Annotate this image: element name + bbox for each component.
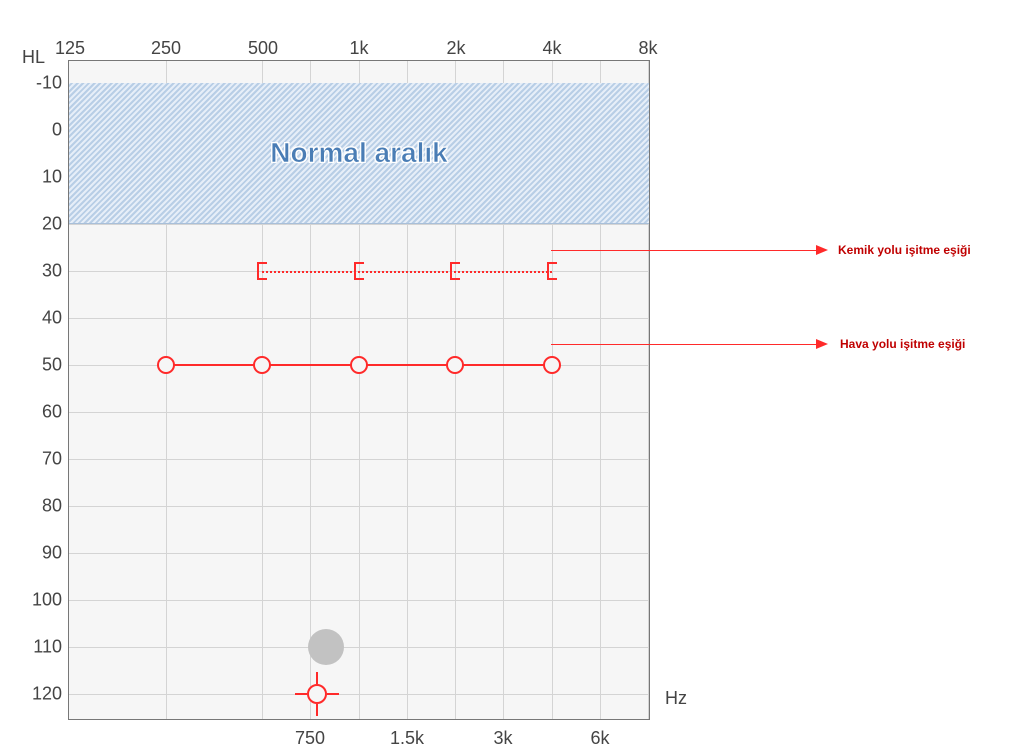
bone-annotation: Kemik yolu işitme eşiği [838, 243, 971, 257]
y-tick: 110 [33, 637, 62, 658]
air-marker [446, 356, 464, 374]
bone-marker [547, 262, 557, 280]
y-axis-label: HL [22, 47, 45, 68]
y-tick: 10 [42, 167, 62, 188]
bone-marker [257, 262, 267, 280]
y-tick: 90 [42, 543, 62, 564]
air-marker [157, 356, 175, 374]
extra-dot-marker [308, 629, 344, 665]
x-tick: 250 [151, 38, 181, 59]
bone-marker [450, 262, 460, 280]
y-tick: 70 [42, 449, 62, 470]
bone-series-line [262, 271, 552, 273]
x-tick: 1k [349, 38, 368, 59]
plot-area: Normal aralık 750 1.5k 3k 6k [68, 60, 650, 720]
x-tick: 8k [638, 38, 657, 59]
normal-range-label: Normal aralık [270, 137, 447, 169]
air-marker [350, 356, 368, 374]
bone-marker [354, 262, 364, 280]
crosshair-marker [307, 684, 327, 704]
y-tick: 0 [52, 120, 62, 141]
audiogram-frame: HL -10 0 10 20 30 40 50 60 70 80 90 100 … [10, 20, 710, 710]
y-tick: 100 [32, 590, 62, 611]
air-marker [543, 356, 561, 374]
y-tick: 20 [42, 214, 62, 235]
y-tick: 40 [42, 308, 62, 329]
y-tick: 60 [42, 402, 62, 423]
y-tick: 30 [42, 261, 62, 282]
x-tick-minor: 3k [493, 728, 512, 749]
x-tick-minor: 1.5k [390, 728, 424, 749]
y-tick: 80 [42, 496, 62, 517]
x-tick-minor: 750 [295, 728, 325, 749]
arrow-head-icon [816, 339, 828, 349]
arrow-head-icon [816, 245, 828, 255]
x-tick: 500 [248, 38, 278, 59]
y-tick: 120 [32, 684, 62, 705]
air-marker [253, 356, 271, 374]
air-annotation: Hava yolu işitme eşiği [840, 337, 965, 351]
y-tick: 50 [42, 355, 62, 376]
x-tick: 4k [542, 38, 561, 59]
x-tick: 125 [55, 38, 85, 59]
arrow-bone [551, 250, 816, 251]
x-axis-label: Hz [665, 688, 687, 709]
x-tick-minor: 6k [590, 728, 609, 749]
normal-range-band: Normal aralık [69, 83, 649, 224]
y-tick: -10 [36, 73, 62, 94]
arrow-air [551, 344, 816, 345]
x-tick: 2k [446, 38, 465, 59]
